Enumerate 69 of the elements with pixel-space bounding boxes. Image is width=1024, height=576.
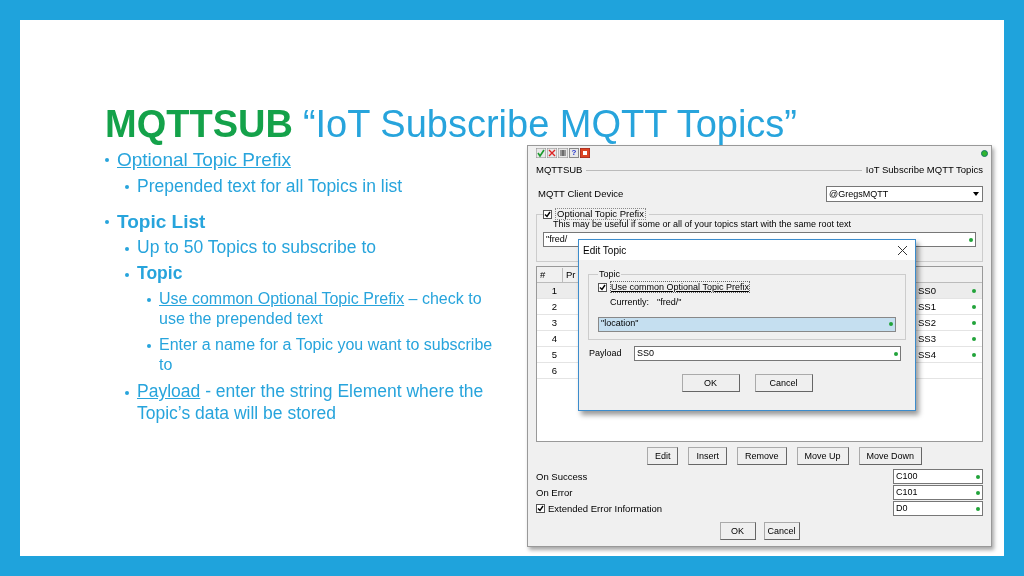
checkbox[interactable] xyxy=(543,209,552,219)
prefix-hint: This may be useful if some or all of your topics start with the same root text xyxy=(552,220,853,230)
element-field[interactable]: D0 xyxy=(893,501,983,517)
dialog-button[interactable]: Move Down xyxy=(858,447,923,466)
bullet-text: Topic xyxy=(137,263,183,286)
payload-cell: SS0 xyxy=(918,283,936,298)
payload-cell: SS1 xyxy=(918,299,936,314)
check-icon[interactable] xyxy=(536,148,546,158)
group-label: Topic xyxy=(598,270,621,279)
payload-cell: SS4 xyxy=(918,347,936,362)
current-prefix: "fred/" xyxy=(657,296,682,309)
instruction-description: IoT Subscribe MQTT Topics xyxy=(865,163,983,177)
row-number: 1 xyxy=(550,283,558,298)
bullet-icon xyxy=(105,220,109,225)
row-number: 6 xyxy=(550,363,558,378)
bullet-text: Prepended text for all Topics in list xyxy=(137,175,403,198)
field-label: Payload xyxy=(589,346,623,360)
checkbox[interactable] xyxy=(536,504,545,514)
device-dropdown[interactable]: @GregsMQTT xyxy=(826,186,983,203)
element-field[interactable]: C101 xyxy=(893,485,983,501)
slide-title: “IoT Subscribe MQTT Topics” xyxy=(302,105,798,143)
bullet-icon xyxy=(125,247,129,251)
stop-icon[interactable] xyxy=(580,148,590,158)
instruction-name: MQTTSUB xyxy=(536,163,583,177)
bullet-text: Payload - enter the string Element where the Topic’s data will be stored xyxy=(137,381,485,425)
payload-cell: SS2 xyxy=(918,315,936,330)
bullet-icon xyxy=(125,390,129,395)
dialog-button[interactable]: Insert xyxy=(688,447,727,466)
close-icon[interactable] xyxy=(898,245,907,255)
help-icon[interactable]: ? xyxy=(569,148,579,158)
bullet-text: Enter a name for a Topic you want to subscribe to xyxy=(159,335,494,376)
row-number: 2 xyxy=(550,299,558,314)
field-label: MQTT Client Device xyxy=(538,187,624,202)
row-number: 4 xyxy=(550,331,558,346)
checkbox[interactable] xyxy=(598,282,607,292)
bullet-text: Topic List xyxy=(117,209,206,234)
status-light-icon xyxy=(981,149,988,157)
dialog-title: Edit Topic xyxy=(583,243,627,258)
bullet-text: Up to 50 Topics to subscribe to xyxy=(137,237,376,260)
dialog-button[interactable]: OK xyxy=(719,522,756,541)
row-number: 3 xyxy=(550,315,558,330)
bullet-icon xyxy=(125,185,129,190)
row-number: 5 xyxy=(550,347,558,362)
dialog-button[interactable]: Cancel xyxy=(763,522,800,541)
dialog-button[interactable]: OK xyxy=(681,374,740,392)
column-header: Pr xyxy=(565,267,576,282)
field-label: On Success xyxy=(536,469,588,484)
bullet-text: Use common Optional Topic Prefix – check to use the prepended text xyxy=(159,289,483,330)
dialog-button[interactable]: Remove xyxy=(737,447,787,466)
bullet-icon xyxy=(105,158,109,163)
topic-field[interactable]: "location" xyxy=(598,316,896,332)
checkbox-label: Extended Error Information xyxy=(548,501,663,516)
element-field[interactable]: C100 xyxy=(893,469,983,485)
bullet-icon xyxy=(147,297,151,302)
column-header: # xyxy=(537,267,563,282)
dialog-button[interactable]: Move Up xyxy=(796,447,849,466)
field-label: On Error xyxy=(536,485,573,500)
payload-field[interactable]: SS0 xyxy=(634,346,901,361)
bullet-icon xyxy=(147,343,151,348)
dialog-button[interactable]: Cancel xyxy=(754,374,813,392)
payload-cell: SS3 xyxy=(918,331,936,346)
field-label: Currently: xyxy=(610,296,649,309)
dialog-button[interactable]: Edit xyxy=(646,447,679,466)
caret-icon xyxy=(973,192,979,197)
checkbox-label: Use common Optional Topic Prefix xyxy=(610,281,750,293)
slide-title-code: MQTTSUB xyxy=(105,105,293,143)
bullet-icon xyxy=(125,272,129,277)
grid-icon[interactable] xyxy=(558,148,568,158)
checkbox-label: Optional Topic Prefix xyxy=(555,208,646,221)
